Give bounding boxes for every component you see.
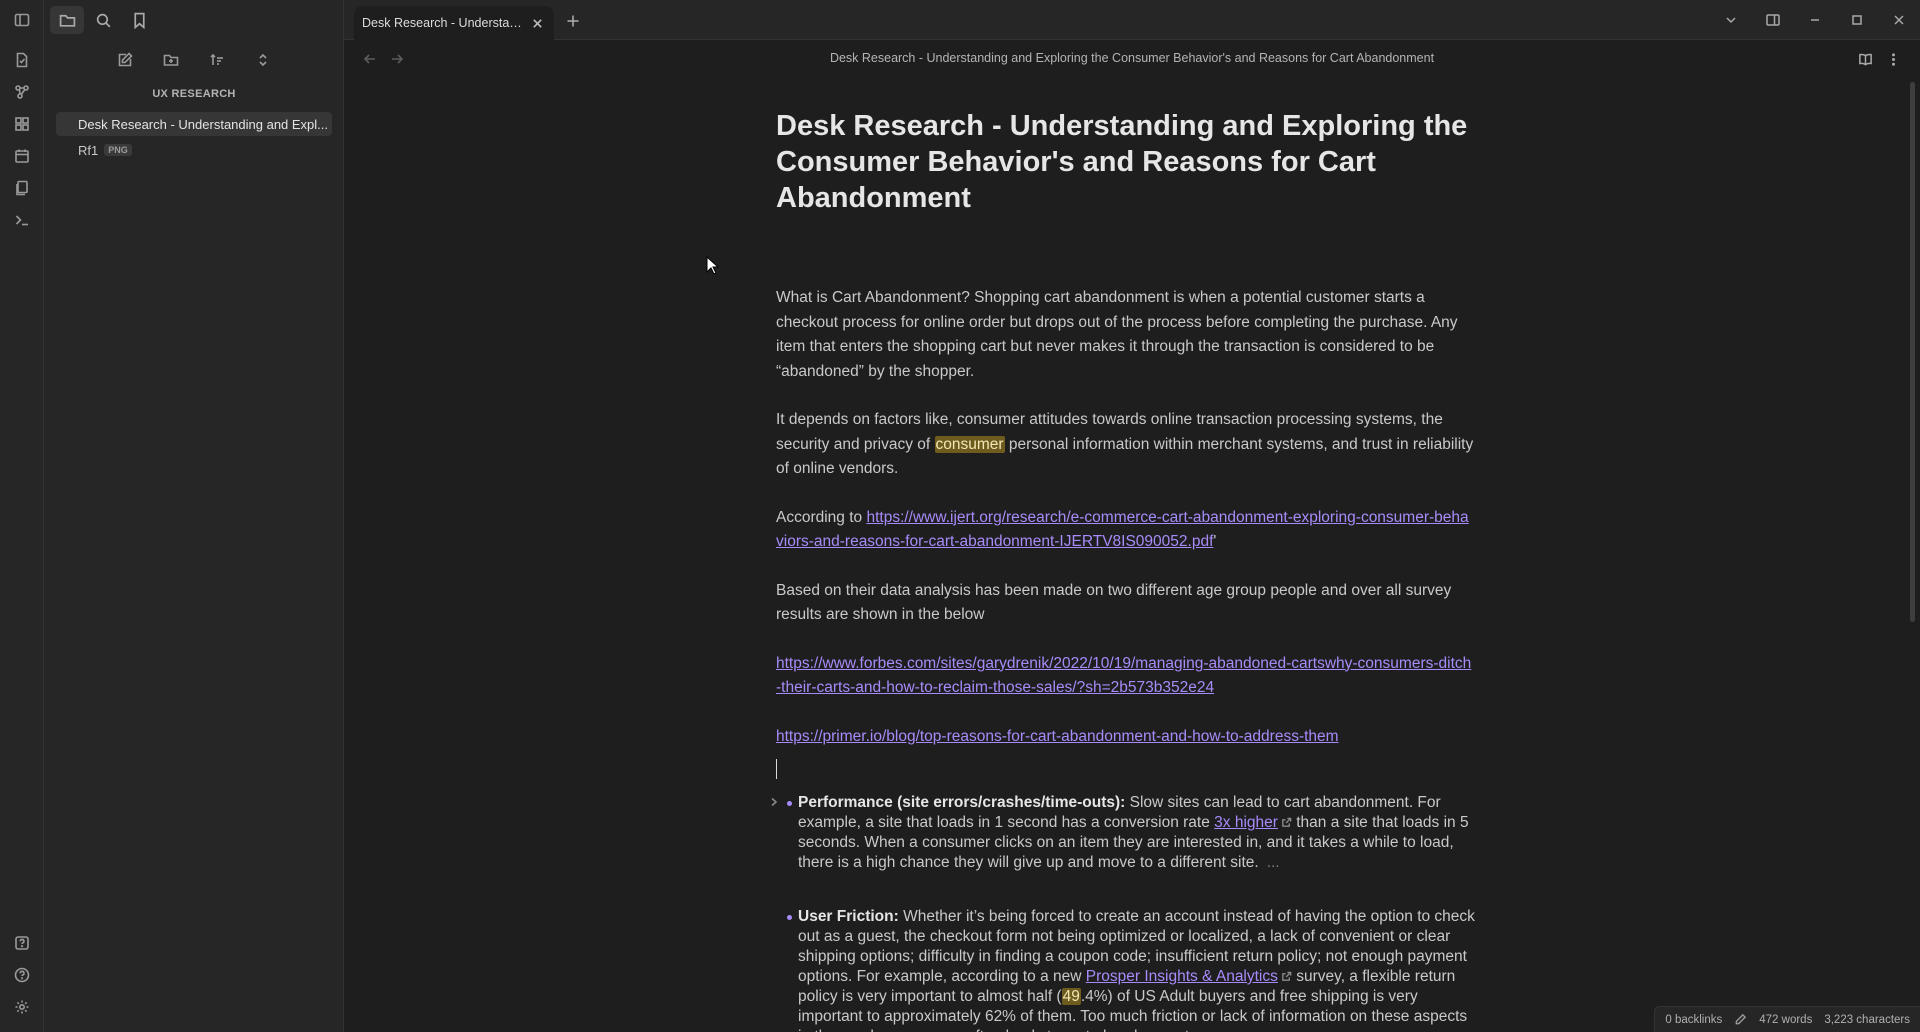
word-count: 472 words [1759,1013,1813,1026]
note-title[interactable]: Desk Research - Understanding and Explor… [776,108,1476,216]
graph-view-icon[interactable] [12,82,32,102]
daily-note-calendar-icon[interactable] [12,146,32,166]
close-window-button[interactable] [1878,0,1920,40]
chevron-down-icon [1726,17,1736,24]
fold-toggle[interactable] [768,794,780,810]
plus-icon [567,15,579,27]
close-tab-button[interactable] [528,14,546,32]
backlinks-count[interactable]: 0 backlinks [1665,1014,1722,1026]
paragraph-primer-link[interactable]: https://primer.io/blog/top-reasons-for-c… [776,725,1476,750]
external-link-icon [1278,968,1292,985]
external-link-icon [1278,814,1292,831]
toggle-sidebar-icon[interactable] [12,10,32,30]
list-item-user-friction[interactable]: User Friction: Whether it’s being forced… [776,907,1476,1032]
character-count: 3,223 characters [1824,1013,1910,1026]
paragraph-factors[interactable]: It depends on factors like, consumer att… [776,408,1476,482]
primer-link[interactable]: https://primer.io/blog/top-reasons-for-c… [776,728,1339,745]
search-icon [96,13,110,27]
tab-title: Desk Research - Understanding and Explor… [362,16,528,30]
chevron-right-icon [771,797,778,807]
left-ribbon [0,0,44,1032]
toggle-right-sidebar-button[interactable] [1752,0,1794,40]
file-explorer-tab[interactable] [50,6,84,34]
forbes-link[interactable]: https://www.forbes.com/sites/garydrenik/… [776,655,1471,697]
file-tree: Desk Research - Understanding and Expl..… [56,112,332,162]
tab-list-button[interactable] [1710,0,1752,40]
list-item-title: Performance (site errors/crashes/time-ou… [798,794,1126,811]
list-item-performance[interactable]: Performance (site errors/crashes/time-ou… [771,793,1476,873]
file-extension-badge: PNG [104,144,132,156]
bullet-dot [787,915,792,920]
paragraph-text: According to [776,508,867,526]
new-folder-icon [163,54,179,66]
close-icon [532,18,542,28]
pencil-icon[interactable] [1734,1013,1747,1026]
obsidian-window: UX RESEARCH Desk Research - Understandin… [0,0,1920,1032]
maximize-button[interactable] [1836,0,1878,40]
minimize-icon [1811,19,1819,21]
paragraph-cart-abandonment-definition[interactable]: What is Cart Abandonment? Shopping cart … [776,286,1476,384]
file-item-desk-research[interactable]: Desk Research - Understanding and Expl..… [56,112,332,136]
sort-icon [210,53,223,65]
file-item-label: Desk Research - Understanding and Expl..… [78,116,329,132]
help-vault-icon[interactable] [12,933,32,953]
folder-icon [59,14,75,27]
paragraph-text: ' [1213,533,1217,550]
maximize-icon [1852,15,1862,25]
left-sidebar: UX RESEARCH Desk Research - Understandin… [44,0,344,1032]
settings-gear-icon[interactable] [12,997,32,1017]
reading-view-button[interactable] [1854,48,1876,70]
file-item-label: Rf1 [78,142,99,158]
search-tab[interactable] [86,6,120,34]
paragraph-data-analysis[interactable]: Based on their data analysis has been ma… [776,579,1476,628]
close-icon [1894,15,1904,25]
prosper-insights-link[interactable]: Prosper Insights & Analytics [1086,968,1278,985]
minimize-button[interactable] [1794,0,1836,40]
tab-desk-research[interactable]: Desk Research - Understanding and Explor… [354,6,554,40]
help-icon[interactable] [12,965,32,985]
paragraph-forbes-link[interactable]: https://www.forbes.com/sites/garydrenik/… [776,652,1476,701]
status-bar: 0 backlinks 472 words 3,223 characters [1654,1006,1920,1032]
editor-scrollbar[interactable] [1910,82,1915,622]
new-folder-button[interactable] [154,46,188,74]
vault-name[interactable]: UX RESEARCH [44,88,344,100]
book-open-icon [1858,53,1872,66]
bookmark-icon [133,12,145,29]
ijert-link[interactable]: https://www.ijert.org/research/e-commerc… [776,509,1469,551]
templates-icon[interactable] [12,178,32,198]
sort-order-button[interactable] [200,46,234,74]
view-header-title[interactable]: Desk Research - Understanding and Explor… [344,51,1920,65]
folded-content-indicator[interactable]: ... [1267,854,1280,871]
paragraph-according-to[interactable]: According to https://www.ijert.org/resea… [776,506,1476,555]
3x-higher-link[interactable]: 3x higher [1214,814,1278,831]
view-header: Desk Research - Understanding and Explor… [344,40,1920,78]
list-item-title: User Friction: [798,908,899,925]
window-controls [1710,0,1920,40]
expand-collapse-icon [259,53,267,67]
tab-bar: Desk Research - Understanding and Explor… [344,0,1920,40]
file-item-rf1[interactable]: Rf1 PNG [56,138,332,162]
text-cursor [776,759,777,779]
more-options-button[interactable] [1882,48,1904,70]
mouse-pointer-icon [706,256,720,275]
canvas-icon[interactable] [12,114,32,134]
sidebar-tab-header [44,0,344,40]
search-highlight: consumer [934,435,1005,453]
search-highlight: 49 [1061,988,1081,1005]
new-tab-button[interactable] [562,10,584,32]
collapse-all-button[interactable] [246,46,280,74]
file-explorer-actions [44,46,344,76]
bullet-dot [787,801,792,806]
bookmarks-tab[interactable] [122,6,156,34]
command-palette-icon[interactable] [12,210,32,230]
right-sidebar-icon [1766,14,1780,26]
new-note-button[interactable] [108,46,142,74]
note-editor[interactable]: Desk Research - Understanding and Explor… [771,108,1476,1032]
more-vertical-icon [1891,52,1895,66]
open-quick-switcher-icon[interactable] [12,50,32,70]
new-note-icon [118,52,133,67]
